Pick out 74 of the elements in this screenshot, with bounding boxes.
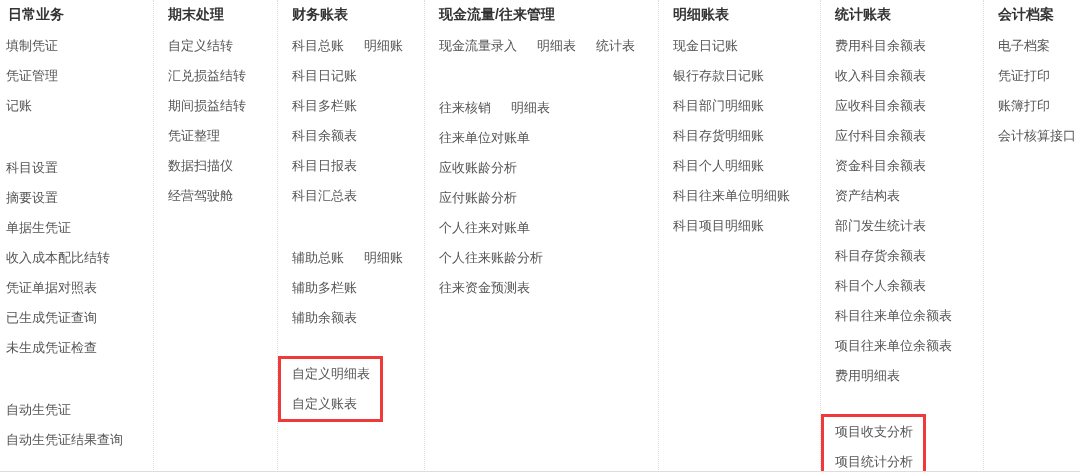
menu-link[interactable]: 收入成本配比结转 — [6, 249, 110, 267]
menu-link[interactable]: 自动生凭证 — [6, 401, 71, 419]
menu-link[interactable]: 资金科目余额表 — [835, 157, 926, 175]
menu-link[interactable]: 科目往来单位明细账 — [673, 187, 790, 205]
menu-link[interactable]: 明细表 — [511, 99, 550, 117]
column-heading: 日常业务 — [8, 5, 65, 24]
menu-link[interactable]: 自定义账表 — [292, 395, 357, 413]
menu-link[interactable]: 明细账 — [364, 37, 403, 55]
menu-link[interactable]: 单据生凭证 — [6, 219, 71, 237]
column-heading: 现金流量/往来管理 — [439, 5, 556, 24]
menu-link[interactable]: 资产结构表 — [835, 187, 900, 205]
column-heading: 统计账表 — [835, 5, 892, 24]
menu-link[interactable]: 科目存货余额表 — [835, 247, 926, 265]
menu-link[interactable]: 现金日记账 — [673, 37, 738, 55]
menu-link[interactable]: 个人往来对账单 — [439, 219, 530, 237]
menu-link[interactable]: 科目余额表 — [292, 127, 357, 145]
menu-link[interactable]: 费用明细表 — [835, 367, 900, 385]
menu-link[interactable]: 应收账龄分析 — [439, 159, 517, 177]
menu-link[interactable]: 科目设置 — [6, 159, 58, 177]
menu-link[interactable]: 明细表 — [537, 37, 576, 55]
menu-link[interactable]: 辅助多栏账 — [292, 279, 357, 297]
menu-link[interactable]: 项目统计分析 — [835, 453, 913, 471]
menu-link[interactable]: 会计核算接口 — [998, 127, 1076, 145]
menu-link[interactable]: 数据扫描仪 — [168, 157, 233, 175]
menu-link[interactable]: 科目日报表 — [292, 157, 357, 175]
menu-link[interactable]: 已生成凭证查询 — [6, 309, 97, 327]
menu-link[interactable]: 往来资金预测表 — [439, 279, 530, 297]
menu-link[interactable]: 应付账龄分析 — [439, 189, 517, 207]
menu-link[interactable]: 科目汇总表 — [292, 187, 357, 205]
menu-link[interactable]: 现金流量录入 — [439, 37, 517, 55]
column-heading: 会计档案 — [998, 5, 1055, 24]
menu-link[interactable]: 期间损益结转 — [168, 97, 246, 115]
column-heading: 期末处理 — [168, 5, 225, 24]
menu-link[interactable]: 记账 — [6, 97, 32, 115]
menu-link[interactable]: 科目多栏账 — [292, 97, 357, 115]
menu-link[interactable]: 科目往来单位余额表 — [835, 307, 952, 325]
menu-link[interactable]: 科目总账 — [292, 37, 344, 55]
menu-link[interactable]: 凭证整理 — [168, 127, 220, 145]
column-heading: 明细账表 — [673, 5, 730, 24]
menu-link[interactable]: 统计表 — [596, 37, 635, 55]
menu-link[interactable]: 自定义结转 — [168, 37, 233, 55]
menu-link[interactable]: 往来单位对账单 — [439, 129, 530, 147]
menu-link[interactable]: 银行存款日记账 — [673, 67, 764, 85]
menu-link[interactable]: 凭证单据对照表 — [6, 279, 97, 297]
menu-link[interactable]: 账簿打印 — [998, 97, 1050, 115]
menu-link[interactable]: 电子档案 — [998, 37, 1050, 55]
menu-link[interactable]: 摘要设置 — [6, 189, 58, 207]
menu-link[interactable]: 科目项目明细账 — [673, 217, 764, 235]
menu-link[interactable]: 凭证管理 — [6, 67, 58, 85]
menu-link[interactable]: 明细账 — [364, 249, 403, 267]
menu-link[interactable]: 项目往来单位余额表 — [835, 337, 952, 355]
menu-link[interactable]: 凭证打印 — [998, 67, 1050, 85]
menu-link[interactable]: 自动生凭证结果查询 — [6, 431, 123, 449]
menu-link[interactable]: 未生成凭证检查 — [6, 339, 97, 357]
menu-link[interactable]: 往来核销 — [439, 99, 491, 117]
menu-link[interactable]: 科目个人明细账 — [673, 157, 764, 175]
menu-link[interactable]: 汇兑损益结转 — [168, 67, 246, 85]
menu-link[interactable]: 辅助余额表 — [292, 309, 357, 327]
menu-link[interactable]: 费用科目余额表 — [835, 37, 926, 55]
menu-link[interactable]: 科目部门明细账 — [673, 97, 764, 115]
menu-link[interactable]: 应收科目余额表 — [835, 97, 926, 115]
menu-link[interactable]: 收入科目余额表 — [835, 67, 926, 85]
menu-link[interactable]: 辅助总账 — [292, 249, 344, 267]
menu-link[interactable]: 项目收支分析 — [835, 423, 913, 441]
menu-link[interactable]: 科目日记账 — [292, 67, 357, 85]
menu-link[interactable]: 个人往来账龄分析 — [439, 249, 543, 267]
menu-link[interactable]: 填制凭证 — [6, 37, 58, 55]
menu-link[interactable]: 自定义明细表 — [292, 365, 370, 383]
menu-link[interactable]: 应付科目余额表 — [835, 127, 926, 145]
menu-link[interactable]: 经营驾驶舱 — [168, 187, 233, 205]
menu-link[interactable]: 科目存货明细账 — [673, 127, 764, 145]
menu-link[interactable]: 部门发生统计表 — [835, 217, 926, 235]
column-heading: 财务账表 — [292, 5, 349, 24]
menu-link[interactable]: 科目个人余额表 — [835, 277, 926, 295]
